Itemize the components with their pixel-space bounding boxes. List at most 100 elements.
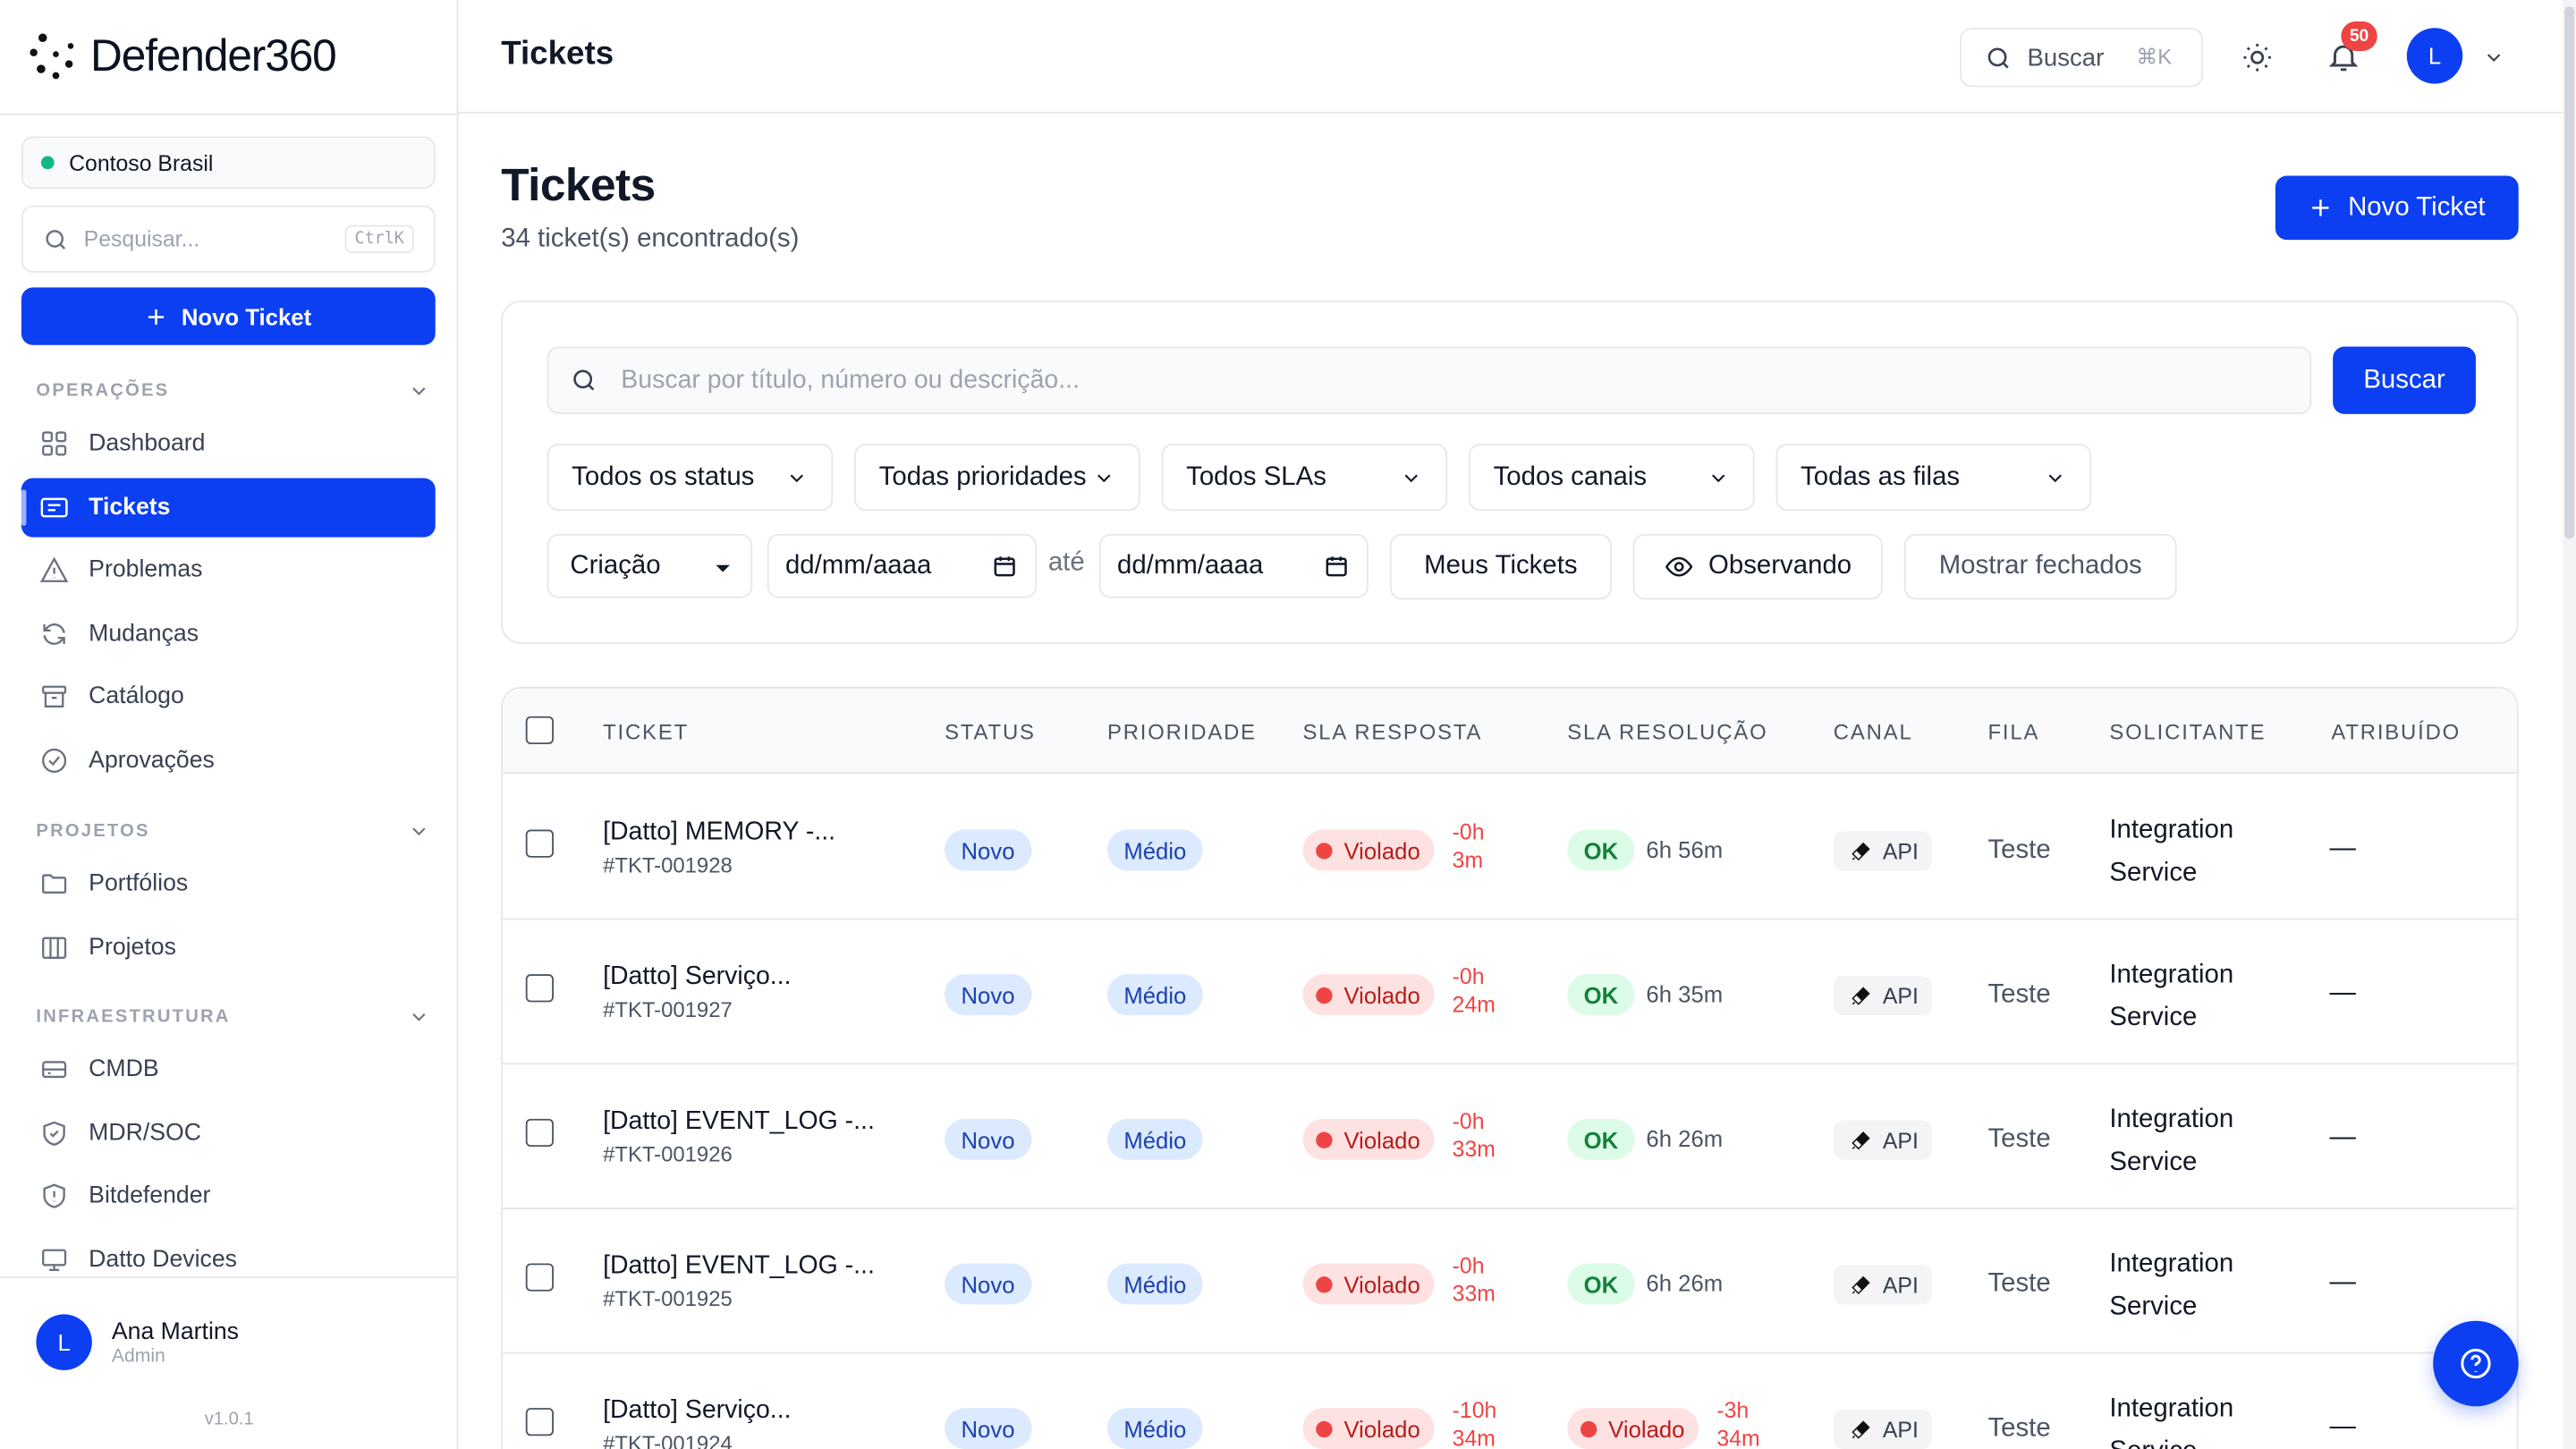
select-all-checkbox[interactable] (525, 716, 554, 745)
row-checkbox[interactable] (525, 829, 554, 858)
violation-dot (1316, 1419, 1333, 1437)
sidebar-item-label: Dashboard (89, 430, 206, 457)
status-select[interactable]: Todos os status (547, 443, 834, 512)
show-closed-button[interactable]: Mostrar fechados (1903, 533, 2177, 600)
section-operacoes[interactable]: OPERAÇÕES (36, 379, 430, 402)
sidebar-item-cmdb[interactable]: CMDB (21, 1040, 436, 1099)
ticket-number: #TKT-001927 (603, 996, 733, 1022)
calendar-icon[interactable] (1324, 554, 1349, 579)
column-header-assigned[interactable]: ATRIBUÍDO (2331, 719, 2461, 744)
sidebar-item-datto-devices[interactable]: Datto Devices (21, 1231, 436, 1290)
column-header-ticket[interactable]: TICKET (603, 719, 689, 744)
table-row[interactable]: [Datto] Serviço... #TKT-001927 Novo Médio Vi… (503, 920, 2517, 1065)
scrollbar-thumb[interactable] (2564, 6, 2575, 539)
sidebar-item-dashboard[interactable]: Dashboard (21, 414, 436, 473)
channel-select[interactable]: Todos canais (1469, 443, 1755, 512)
sla-select[interactable]: Todos SLAs (1161, 443, 1448, 512)
sidebar-item-aprovacoes[interactable]: Aprovações (21, 731, 436, 790)
column-header-queue[interactable]: FILA (1987, 719, 2039, 744)
ticket-title-link[interactable]: [Datto] EVENT_LOG -... (603, 1107, 875, 1137)
ticket-search-input[interactable]: Buscar por título, número ou descrição..… (547, 346, 2312, 414)
overdue-hours: -0h (1452, 964, 1485, 989)
sidebar-item-catalogo[interactable]: Catálogo (21, 667, 436, 726)
org-status-dot (40, 156, 55, 170)
chevron-down-icon (1393, 466, 1423, 490)
section-projetos[interactable]: PROJETOS (36, 820, 430, 843)
overdue-hours: -3h (1716, 1398, 1750, 1423)
requester-line: Service (2109, 1292, 2198, 1321)
table-row[interactable]: [Datto] EVENT_LOG -... #TKT-001925 Novo Méd… (503, 1209, 2517, 1354)
sidebar-item-projetos[interactable]: Projetos (21, 919, 436, 978)
channel-badge: API (1833, 1120, 1932, 1160)
row-checkbox[interactable] (525, 1118, 554, 1148)
column-header-sla-resolution[interactable]: SLA RESOLUÇÃO (1567, 719, 1767, 744)
chevron-down-icon (1086, 466, 1116, 490)
sidebar-item-label: Portfólios (89, 870, 189, 897)
date-from-input[interactable]: dd/mm/aaaa (767, 533, 1037, 598)
ticket-title-link[interactable]: [Datto] Serviço... (603, 962, 791, 992)
channel-label: API (1882, 983, 1919, 1008)
brand-name: Defender360 (90, 30, 337, 80)
divider (0, 1276, 459, 1278)
violation-dot (1316, 986, 1333, 1004)
chevron-down-icon (412, 827, 426, 836)
sidebar-item-problemas[interactable]: Problemas (21, 540, 436, 599)
column-header-status[interactable]: STATUS (945, 719, 1036, 744)
row-checkbox[interactable] (525, 974, 554, 1003)
plug-icon (1852, 842, 1870, 861)
column-header-sla-response[interactable]: SLA RESPOSTA (1303, 719, 1483, 744)
shield-alert-icon (43, 1183, 65, 1208)
date-field-select[interactable]: Criação (547, 533, 753, 598)
row-checkbox[interactable] (525, 1263, 554, 1292)
help-button[interactable] (2433, 1320, 2519, 1407)
sidebar-item-label: Problemas (89, 556, 203, 584)
chevron-down-icon (2037, 466, 2067, 490)
row-checkbox[interactable] (525, 1408, 554, 1436)
sidebar-search-input[interactable]: Pesquisar... CtrlK (21, 205, 436, 273)
sidebar-item-portfolios[interactable]: Portfólios (21, 854, 436, 913)
sidebar-item-tickets[interactable]: Tickets (21, 478, 436, 538)
column-header-channel[interactable]: CANAL (1834, 719, 1913, 744)
brand-logo[interactable]: Defender360 (28, 30, 337, 82)
sidebar-item-bitdefender[interactable]: Bitdefender (21, 1166, 436, 1225)
calendar-icon[interactable] (992, 554, 1017, 579)
status-badge: Novo (945, 1118, 1031, 1160)
ticket-title-link[interactable]: [Datto] Serviço... (603, 1396, 791, 1426)
new-ticket-button[interactable]: Novo Ticket (2275, 175, 2519, 241)
global-search-button[interactable]: Buscar ⌘K (1960, 28, 2204, 88)
chevron-down-icon (778, 466, 809, 490)
channel-label: API (1882, 838, 1919, 864)
check-circle-icon (42, 748, 67, 773)
user-profile[interactable]: L Ana Martins Admin (36, 1314, 239, 1370)
queue-select[interactable]: Todas as filas (1775, 443, 2092, 512)
ticket-icon (40, 497, 68, 518)
table-row[interactable]: [Datto] EVENT_LOG -... #TKT-001926 Novo Méd… (503, 1064, 2517, 1209)
notification-count-badge: 50 (2341, 21, 2377, 51)
violation-dot (1316, 1275, 1333, 1292)
ticket-title-link[interactable]: [Datto] MEMORY -... (603, 818, 835, 848)
shield-check-icon (43, 1121, 65, 1146)
sidebar-item-label: Tickets (89, 494, 171, 521)
column-header-priority[interactable]: PRIORIDADE (1107, 719, 1257, 744)
column-header-requester[interactable]: SOLICITANTE (2109, 719, 2266, 744)
watching-button[interactable]: Observando (1632, 533, 1883, 600)
priority-select[interactable]: Todas prioridades (854, 443, 1140, 512)
sidebar-item-mdr-soc[interactable]: MDR/SOC (21, 1104, 436, 1163)
table-row[interactable]: [Datto] Serviço... #TKT-001924 Novo Médio Vi… (503, 1353, 2517, 1449)
sidebar-new-ticket-button[interactable]: Novo Ticket (21, 287, 436, 345)
search-button[interactable]: Buscar (2333, 346, 2476, 414)
queue-value: Teste (1987, 1125, 2051, 1154)
watching-label: Observando (1708, 552, 1852, 580)
my-tickets-button[interactable]: Meus Tickets (1389, 533, 1612, 600)
requester-line: Service (2109, 1004, 2198, 1032)
header-avatar[interactable]: L (2406, 28, 2463, 84)
sidebar-item-mudancas[interactable]: Mudanças (21, 605, 436, 664)
ticket-title-link[interactable]: [Datto] EVENT_LOG -... (603, 1252, 875, 1282)
date-to-input[interactable]: dd/mm/aaaa (1098, 533, 1369, 598)
org-switcher[interactable]: Contoso Brasil (21, 136, 436, 190)
theme-toggle-sun-icon[interactable] (2241, 41, 2274, 74)
section-infraestrutura[interactable]: INFRAESTRUTURA (36, 1005, 430, 1029)
table-row[interactable]: [Datto] MEMORY -... #TKT-001928 Novo Médio V… (503, 775, 2517, 920)
plug-icon (1852, 1420, 1870, 1439)
chevron-down-icon[interactable] (2482, 46, 2505, 69)
